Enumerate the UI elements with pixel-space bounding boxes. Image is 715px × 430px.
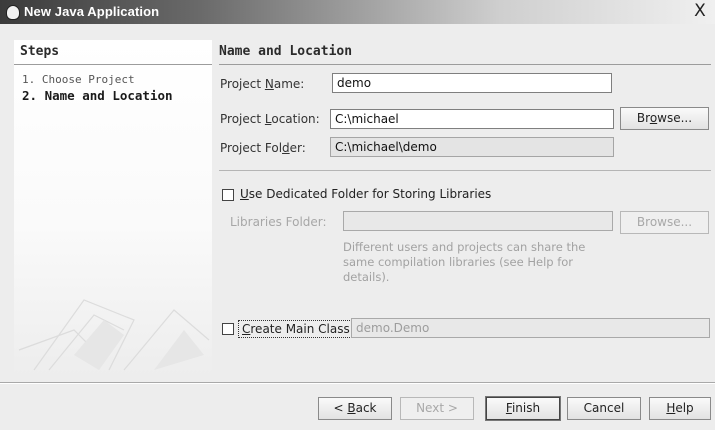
- libraries-folder-label: Libraries Folder:: [230, 215, 327, 229]
- browse-location-button[interactable]: Browse...: [620, 107, 709, 130]
- main-class-field: [351, 318, 710, 338]
- steps-divider: [14, 64, 212, 65]
- project-folder-field: [330, 137, 614, 157]
- section-title: Name and Location: [219, 44, 353, 59]
- project-location-field[interactable]: [330, 109, 614, 129]
- step-choose-project: 1. Choose Project: [22, 73, 135, 86]
- title-bar: New Java Application X: [0, 0, 715, 24]
- close-icon[interactable]: X: [691, 2, 709, 21]
- dedicated-folder-label[interactable]: Use Dedicated Folder for Storing Librari…: [240, 187, 491, 201]
- browse-libraries-button: Browse...: [620, 211, 709, 234]
- options-divider: [219, 170, 711, 171]
- create-main-class-label[interactable]: Create Main Class: [238, 320, 354, 338]
- sidebar-decoration: [18, 299, 210, 371]
- back-button[interactable]: < Back: [318, 397, 392, 420]
- libraries-hint: Different users and projects can share t…: [343, 240, 586, 284]
- create-main-class-checkbox[interactable]: [222, 323, 234, 335]
- project-location-label: Project Location:: [220, 112, 320, 126]
- step-name-and-location: 2. Name and Location: [22, 88, 173, 103]
- project-folder-label: Project Folder:: [220, 141, 306, 155]
- steps-title: Steps: [20, 44, 60, 59]
- libraries-folder-field: [343, 211, 613, 231]
- project-name-label: Project Name:: [220, 77, 305, 91]
- dedicated-folder-checkbox[interactable]: [222, 189, 234, 201]
- next-button: Next >: [400, 397, 474, 420]
- project-name-field[interactable]: [332, 73, 612, 93]
- section-divider: [219, 64, 711, 65]
- steps-panel: Steps 1. Choose Project 2. Name and Loca…: [14, 40, 212, 376]
- window-title: New Java Application: [24, 4, 160, 19]
- help-button[interactable]: Help: [649, 397, 711, 420]
- cancel-button[interactable]: Cancel: [567, 397, 641, 420]
- java-cup-icon: [6, 5, 20, 20]
- finish-button[interactable]: Finish: [485, 396, 561, 421]
